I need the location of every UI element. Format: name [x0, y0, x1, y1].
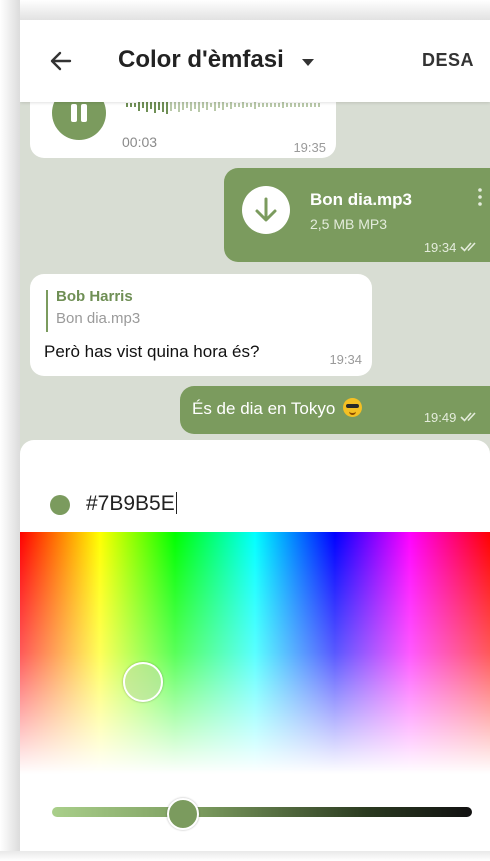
download-button[interactable]	[242, 186, 290, 234]
message-time: 19:34	[329, 352, 362, 367]
frame-shadow-left	[0, 0, 20, 861]
file-size: 2,5 MB MP3	[310, 216, 388, 232]
message-time: 19:49	[423, 410, 457, 425]
chevron-down-icon[interactable]	[302, 59, 314, 66]
text-caret	[175, 492, 177, 514]
pause-icon-bar	[81, 104, 87, 122]
outgoing-message-bubble[interactable]: És de dia en Tokyo 19:49	[180, 386, 490, 434]
spectrum-handle[interactable]	[123, 662, 163, 702]
reply-quoted-file: Bon dia.mp3	[56, 310, 141, 327]
reply-message-bubble[interactable]: Bob Harris Bon dia.mp3 Però has vist qui…	[30, 274, 372, 376]
pause-icon	[71, 104, 77, 122]
brightness-slider-thumb[interactable]	[167, 798, 199, 830]
message-text: És de dia en Tokyo	[192, 399, 336, 418]
back-arrow-icon[interactable]	[48, 48, 74, 74]
double-check-icon	[460, 242, 476, 252]
hex-input[interactable]: #7B9B5E	[86, 492, 177, 516]
phone-screen: 00:03 19:35 Bon dia.mp3 2,5 MB MP3 19:34	[20, 20, 490, 851]
message-text: Però has vist quina hora és?	[44, 342, 260, 361]
save-button[interactable]: DESA	[422, 50, 474, 71]
brightness-slider[interactable]	[52, 807, 472, 817]
message-time: 19:34	[423, 240, 457, 255]
color-swatch	[50, 495, 70, 515]
page-title[interactable]: Color d'èmfasi	[118, 46, 284, 74]
frame-shadow-top	[0, 0, 490, 20]
frame-shadow-bottom	[0, 851, 490, 861]
reply-author: Bob Harris	[56, 288, 133, 305]
voice-duration: 00:03	[122, 134, 158, 150]
app-bar: Color d'èmfasi DESA	[20, 20, 490, 102]
message-time: 19:35	[293, 140, 326, 155]
screenshot-frame: 00:03 19:35 Bon dia.mp3 2,5 MB MP3 19:34	[0, 0, 490, 861]
hex-value: #7B9B5E	[86, 492, 175, 515]
color-picker-panel: #7B9B5E	[20, 440, 490, 851]
color-spectrum[interactable]	[20, 532, 490, 774]
reply-quote-bar	[46, 290, 48, 332]
more-vert-icon[interactable]	[478, 188, 482, 206]
sunglasses-emoji-icon	[343, 398, 363, 417]
message-time-row: 19:34	[424, 240, 480, 255]
message-text-row: És de dia en Tokyo	[192, 398, 363, 419]
file-message-bubble[interactable]: Bon dia.mp3 2,5 MB MP3 19:34	[224, 168, 490, 262]
double-check-icon	[460, 412, 476, 422]
download-icon	[255, 197, 277, 222]
file-name: Bon dia.mp3	[310, 190, 413, 209]
message-time-row: 19:49	[424, 410, 480, 425]
